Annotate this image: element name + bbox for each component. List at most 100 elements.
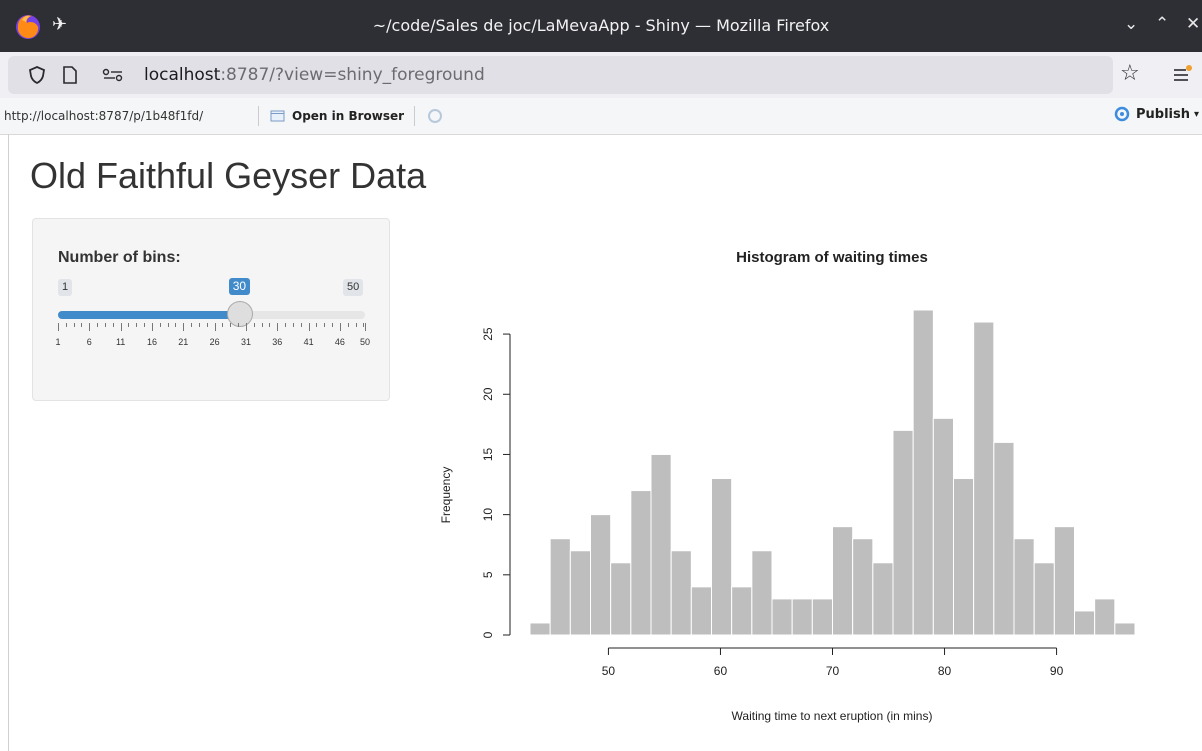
histogram-bar bbox=[811, 598, 834, 636]
slider-minor-tick bbox=[97, 323, 99, 327]
menu-icon[interactable] bbox=[1172, 64, 1194, 84]
x-tick-label: 90 bbox=[1050, 664, 1064, 678]
histogram-bar bbox=[650, 453, 672, 636]
histogram-bar bbox=[892, 429, 914, 636]
viewer-toolbar: http://localhost:8787/p/1b48f1fd/ Open i… bbox=[0, 98, 1202, 135]
histogram-bar bbox=[731, 586, 753, 636]
slider-minor-tick bbox=[104, 323, 106, 327]
slider-minor-tick bbox=[65, 323, 67, 327]
slider-grid-label: 36 bbox=[272, 337, 283, 347]
url-text[interactable]: localhost:8787/?view=shiny_foreground bbox=[144, 65, 485, 85]
slider-major-tick bbox=[89, 323, 91, 331]
histogram-bar bbox=[872, 562, 894, 636]
slider-minor-tick bbox=[198, 323, 200, 327]
histogram-bar bbox=[932, 417, 954, 636]
y-tick-label: 0 bbox=[481, 631, 495, 638]
url-bar[interactable]: localhost:8787/?view=shiny_foreground bbox=[8, 56, 1113, 94]
slider-max-label: 50 bbox=[343, 279, 364, 296]
slider-grid-label: 50 bbox=[359, 337, 371, 347]
refresh-icon[interactable] bbox=[426, 107, 444, 125]
browser-window-icon bbox=[270, 110, 285, 122]
window-title: ~/code/Sales de joc/LaMevaApp - Shiny — … bbox=[372, 16, 830, 35]
slider-major-tick bbox=[277, 323, 279, 331]
bins-slider-label: Number of bins: bbox=[58, 249, 181, 266]
publish-icon bbox=[1114, 106, 1130, 122]
slider-grid-label: 6 bbox=[86, 337, 92, 347]
open-in-browser-label: Open in Browser bbox=[292, 109, 405, 123]
histogram-bar bbox=[549, 538, 571, 636]
open-in-browser-button[interactable]: Open in Browser bbox=[270, 106, 404, 126]
bookmark-star-icon[interactable]: ☆ bbox=[1120, 61, 1140, 86]
histogram-bar bbox=[1033, 562, 1055, 636]
slider-min-label: 1 bbox=[58, 279, 73, 296]
slider-major-tick bbox=[58, 323, 59, 331]
histogram-bar bbox=[973, 321, 995, 636]
y-axis-label: Frequency bbox=[439, 467, 453, 524]
x-tick-label: 80 bbox=[938, 664, 952, 678]
slider-major-tick bbox=[308, 323, 310, 331]
url-host: localhost bbox=[144, 65, 221, 85]
x-tick-label: 70 bbox=[826, 664, 840, 678]
y-tick-label: 5 bbox=[481, 571, 495, 578]
slider-grid-label: 41 bbox=[303, 337, 314, 347]
viewer-left-border bbox=[8, 134, 9, 751]
slider-value-label: 30 bbox=[228, 278, 251, 295]
slider-minor-tick bbox=[128, 323, 130, 327]
slider-minor-tick bbox=[167, 323, 169, 327]
histogram-bar bbox=[1114, 622, 1136, 636]
maximize-icon[interactable]: ⌃ bbox=[1155, 14, 1169, 34]
slider-major-tick bbox=[151, 323, 153, 331]
browser-navbar: localhost:8787/?view=shiny_foreground ☆ bbox=[0, 52, 1202, 98]
histogram-bar bbox=[690, 586, 713, 636]
histogram-bar bbox=[1053, 526, 1075, 636]
slider-minor-tick bbox=[347, 323, 349, 327]
viewer-url[interactable]: http://localhost:8787/p/1b48f1fd/ bbox=[4, 109, 203, 123]
shield-icon[interactable] bbox=[28, 66, 46, 84]
histogram-bar bbox=[953, 478, 975, 636]
histogram-bar bbox=[610, 562, 632, 636]
y-axis: 0 5 10 15 20 25 bbox=[481, 327, 511, 638]
slider-minor-tick bbox=[81, 323, 83, 327]
slider-grid-label: 46 bbox=[334, 337, 345, 347]
permissions-icon[interactable] bbox=[102, 68, 124, 82]
slider-major-tick bbox=[120, 323, 122, 331]
chart-title: Histogram of waiting times bbox=[736, 249, 928, 266]
slider-minor-tick bbox=[355, 323, 357, 327]
slider-minor-tick bbox=[144, 323, 146, 327]
slider-grid-label: 11 bbox=[115, 337, 126, 347]
histogram-bar bbox=[630, 490, 652, 636]
minimize-icon[interactable]: ⌄ bbox=[1124, 14, 1138, 34]
slider-minor-tick bbox=[238, 323, 240, 327]
toolbar-separator bbox=[258, 106, 259, 126]
histogram-bar bbox=[1074, 610, 1096, 636]
slider-grid-label: 1 bbox=[55, 337, 61, 347]
close-icon[interactable]: ✕ bbox=[1186, 14, 1200, 34]
slider-minor-tick bbox=[73, 323, 75, 327]
app-title: Old Faithful Geyser Data bbox=[30, 155, 427, 196]
slider-minor-tick bbox=[206, 323, 208, 327]
histogram-bar bbox=[590, 514, 612, 636]
slider-minor-tick bbox=[269, 323, 271, 327]
histogram-bar bbox=[751, 550, 773, 636]
slider-minor-tick bbox=[292, 323, 294, 327]
bins-slider-fill[interactable] bbox=[58, 311, 240, 319]
toolbar-separator bbox=[414, 106, 415, 126]
slider-major-tick bbox=[365, 323, 366, 331]
slider-minor-tick bbox=[222, 323, 224, 327]
histogram-bar bbox=[569, 550, 591, 636]
window-titlebar: ✈ ~/code/Sales de joc/LaMevaApp - Shiny … bbox=[0, 0, 1202, 52]
x-axis: 50 60 70 80 90 bbox=[602, 647, 1064, 678]
histogram-bars bbox=[529, 309, 1136, 636]
x-tick-label: 50 bbox=[602, 664, 616, 678]
y-tick-label: 10 bbox=[481, 508, 495, 522]
page-icon[interactable] bbox=[62, 66, 78, 84]
publish-dropdown-icon[interactable]: ▾ bbox=[1194, 109, 1199, 120]
histogram-bar bbox=[711, 478, 733, 636]
publish-button[interactable]: Publish ▾ bbox=[1112, 106, 1199, 122]
slider-minor-tick bbox=[159, 323, 161, 327]
url-path: :8787/?view=shiny_foreground bbox=[220, 65, 485, 85]
slider-minor-tick bbox=[300, 323, 302, 327]
x-axis-label: Waiting time to next eruption (in mins) bbox=[732, 709, 933, 723]
slider-grid-label: 21 bbox=[178, 337, 189, 347]
x-tick-label: 60 bbox=[714, 664, 728, 678]
